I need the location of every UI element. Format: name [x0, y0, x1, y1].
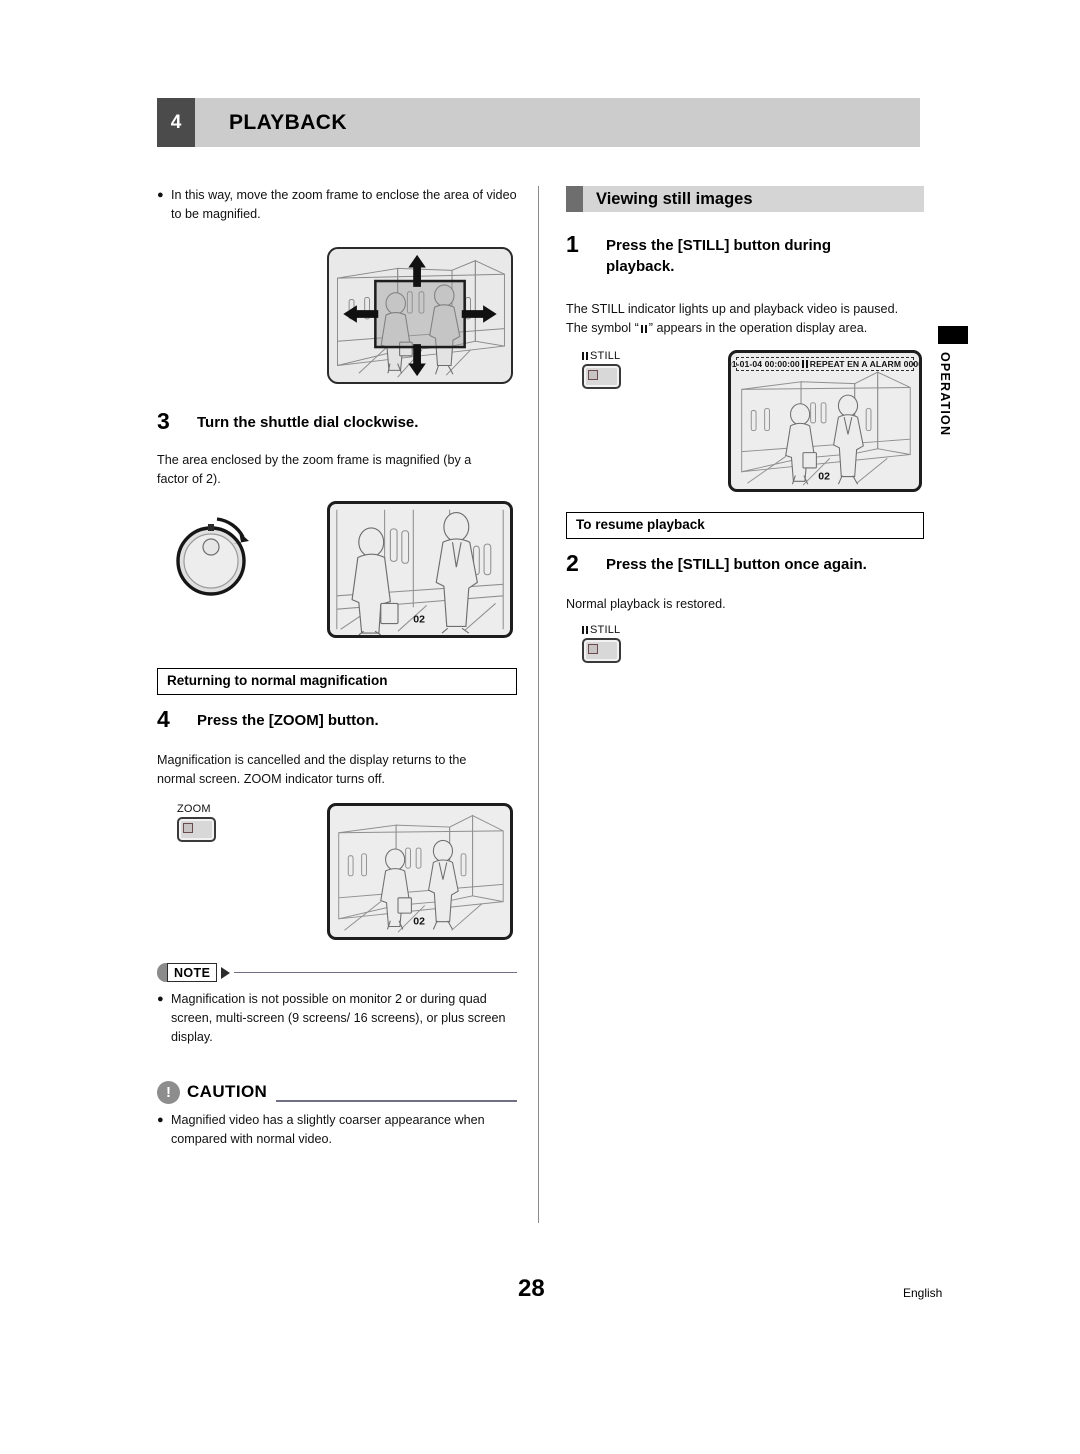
note-label: NOTE: [167, 963, 218, 982]
illustration-magnified-screen: 02: [327, 501, 513, 638]
pause-symbol-icon: [640, 325, 647, 333]
section-heading-label: Viewing still images: [596, 189, 753, 208]
still-key-label: STILL: [582, 350, 621, 362]
page-number: 28: [518, 1275, 545, 1302]
step-1-body-line2-after: ” appears in the operation display area.: [648, 321, 868, 335]
subhead-returning-to-normal-magnification: Returning to normal magnification: [157, 668, 517, 695]
language-label: English: [903, 1286, 943, 1300]
normal-screen-label: 02: [413, 916, 425, 928]
still-led-icon-2: [588, 644, 598, 654]
still-led-icon: [588, 370, 598, 380]
shuttle-dial-illustration: [165, 511, 265, 596]
page-title: PLAYBACK: [195, 98, 920, 147]
step-2-number: 2: [566, 550, 579, 576]
bullet-icon: ●: [157, 1114, 164, 1126]
chapter-number: 4: [157, 98, 195, 147]
section-marker-icon: [566, 186, 583, 212]
illustration-still-screen: 02 01-01-04 00:00:00 REPEAT EN A ALARM 00…: [728, 350, 922, 492]
step-1: 1 Press the [STILL] button during playba…: [566, 232, 924, 277]
caution-text: Magnified video has a slightly coarser a…: [171, 1113, 485, 1146]
column-divider: [538, 186, 539, 1223]
step-1-body-line2-before: The symbol “: [566, 321, 639, 335]
still-corridor-artwork: 02: [741, 371, 911, 486]
caution-rule: [276, 1100, 517, 1102]
pause-symbol-icon: [582, 626, 588, 634]
step-1-body-line1: The STILL indicator lights up and playba…: [566, 302, 899, 316]
subhead-to-resume-playback: To resume playback: [566, 512, 924, 539]
step-3-body: The area enclosed by the zoom frame is m…: [157, 453, 472, 486]
osd-text: 01-01-04 00:00:00 REPEAT EN A ALARM 0000: [728, 359, 922, 369]
note-heading: NOTE: [157, 963, 517, 982]
side-tab-label: OPERATION: [938, 352, 952, 437]
step-4-number: 4: [157, 706, 170, 732]
side-tab-block: [938, 326, 968, 344]
note-rule: [234, 971, 517, 974]
magnified-screen-label: 02: [413, 614, 425, 626]
caution-bullet: ● Magnified video has a slightly coarser…: [157, 1111, 517, 1149]
note-tab-left-icon: [157, 963, 167, 982]
normal-corridor-artwork: 02: [338, 814, 504, 933]
step-4-body: Magnification is cancelled and the displ…: [157, 753, 467, 786]
manual-page: 4 PLAYBACK ● In this way, move the zoom …: [0, 0, 1080, 1454]
note-text: Magnification is not possible on monitor…: [171, 992, 506, 1044]
caution-heading: ! CAUTION: [157, 1079, 517, 1105]
caution-label: CAUTION: [187, 1082, 268, 1101]
step-3-figures: 02: [157, 501, 517, 646]
still-key-button[interactable]: [582, 364, 621, 389]
step-1-title: Press the [STILL] button during playback…: [606, 237, 831, 275]
note-arrow-icon: [221, 966, 231, 979]
magnified-corridor-artwork: 02: [336, 509, 504, 635]
still-screen-label: 02: [818, 470, 830, 482]
illustration-normal-screen: 02: [327, 803, 513, 940]
step-2-body: Normal playback is restored.: [566, 597, 726, 611]
shuttle-dial-artwork: [176, 517, 249, 596]
step-3-title: Turn the shuttle dial clockwise.: [197, 414, 419, 431]
step-2: 2 Press the [STILL] button once again.: [566, 551, 924, 575]
right-column: Viewing still images 1 Press the [STILL]…: [566, 186, 924, 663]
step-4-title: Press the [ZOOM] button.: [197, 712, 379, 729]
step-1-figures: STILL 02 01-01-04 00:00:00 REPEAT EN A A…: [566, 350, 924, 500]
side-tab-operation: OPERATION: [938, 326, 968, 436]
zoom-key-label: ZOOM: [177, 803, 211, 815]
step-4-figures: ZOOM 02: [157, 803, 517, 951]
still-button-graphic-2[interactable]: STILL: [582, 624, 924, 663]
bullet-icon: ●: [157, 189, 164, 201]
pause-symbol-icon: [582, 352, 588, 360]
step-1-body-line2: The symbol “ ” appears in the operation d…: [566, 319, 924, 338]
osd-bar: 01-01-04 00:00:00 REPEAT EN A ALARM 0000: [731, 357, 919, 371]
chapter-header: 4 PLAYBACK: [157, 98, 920, 147]
step-1-number: 1: [566, 231, 579, 257]
zoom-led-icon: [183, 823, 193, 833]
lead-bullet-text: In this way, move the zoom frame to encl…: [171, 188, 517, 221]
section-heading-viewing-still-images: Viewing still images: [566, 186, 924, 212]
lead-bullet: ● In this way, move the zoom frame to en…: [157, 186, 517, 224]
step-4: 4 Press the [ZOOM] button.: [157, 707, 517, 731]
osd-date: 01-01-04 00:00:00: [728, 359, 800, 369]
osd-status: REPEAT EN A ALARM 0000: [809, 359, 922, 369]
illustration-zoom-frame: [327, 247, 513, 384]
note-bullet: ● Magnification is not possible on monit…: [157, 990, 517, 1047]
zoom-key-button[interactable]: [177, 817, 216, 842]
zoom-button-graphic[interactable]: ZOOM: [177, 803, 216, 842]
pause-symbol-icon: [801, 360, 808, 368]
still-key-label-2-text: STILL: [590, 624, 621, 636]
step-3-number: 3: [157, 408, 170, 434]
left-column: ● In this way, move the zoom frame to en…: [157, 186, 517, 1149]
bullet-icon: ●: [157, 993, 164, 1005]
caution-icon: !: [157, 1080, 180, 1104]
still-key-button-2[interactable]: [582, 638, 621, 663]
step-3: 3 Turn the shuttle dial clockwise.: [157, 409, 517, 433]
zoom-frame-artwork: [336, 254, 505, 378]
still-button-graphic[interactable]: STILL: [582, 350, 621, 389]
still-key-label-text: STILL: [590, 350, 621, 362]
step-2-title: Press the [STILL] button once again.: [606, 556, 867, 573]
still-key-label-2: STILL: [582, 624, 924, 636]
